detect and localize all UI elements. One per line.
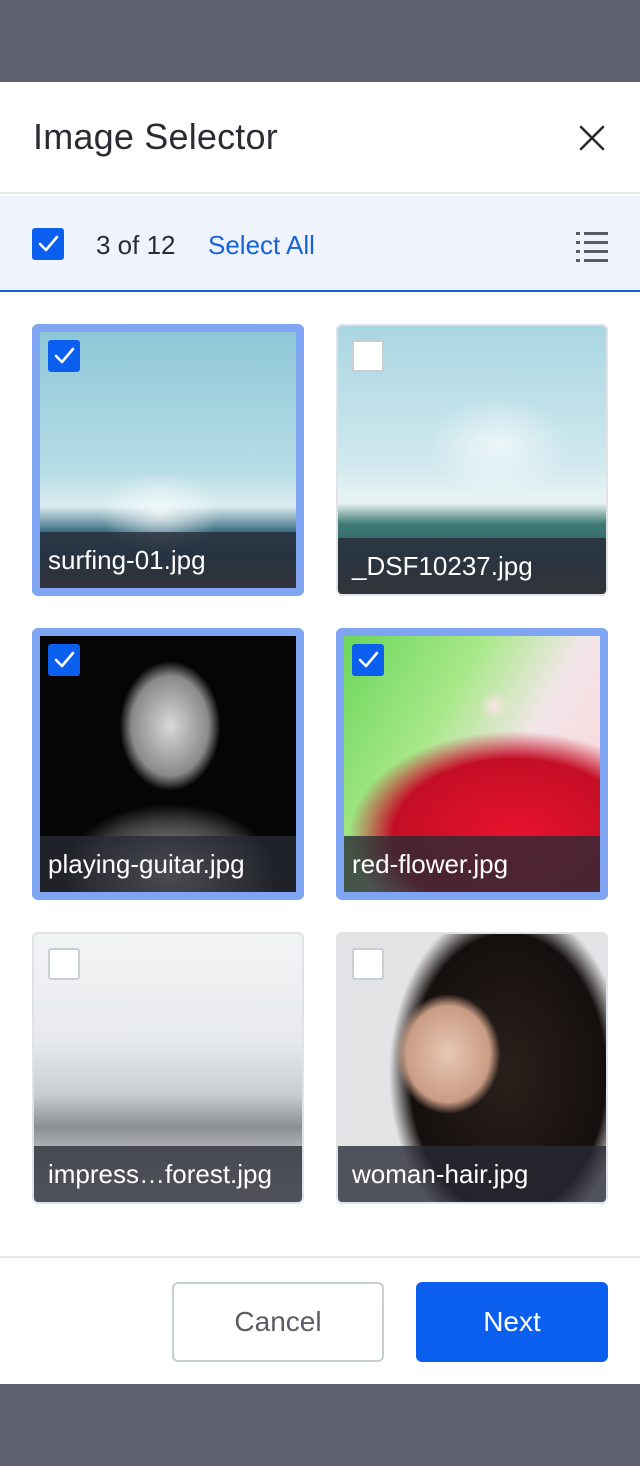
- checkmark-icon: [54, 347, 75, 364]
- image-tile[interactable]: surfing-01.jpg: [32, 324, 304, 596]
- close-button[interactable]: [572, 118, 612, 158]
- dialog-header: Image Selector: [0, 82, 640, 194]
- select-all-link[interactable]: Select All: [208, 230, 315, 261]
- checkmark-icon: [38, 235, 59, 252]
- image-filename: surfing-01.jpg: [40, 532, 296, 588]
- image-tile[interactable]: woman-hair.jpg: [336, 932, 608, 1204]
- image-filename: woman-hair.jpg: [338, 1146, 606, 1202]
- image-filename: _DSF10237.jpg: [338, 538, 606, 594]
- next-button[interactable]: Next: [416, 1282, 608, 1362]
- image-filename: red-flower.jpg: [344, 836, 600, 892]
- list-view-icon: [576, 232, 608, 262]
- image-tile[interactable]: impress…forest.jpg: [32, 932, 304, 1204]
- checkmark-icon: [358, 651, 379, 668]
- close-icon: [579, 125, 605, 151]
- image-checkbox[interactable]: [352, 948, 384, 980]
- list-view-button[interactable]: [572, 226, 612, 266]
- select-all-checkbox[interactable]: [32, 228, 64, 260]
- image-tile[interactable]: _DSF10237.jpg: [336, 324, 608, 596]
- image-checkbox[interactable]: [352, 644, 384, 676]
- selection-count: 3 of 12: [96, 230, 176, 260]
- image-checkbox[interactable]: [352, 340, 384, 372]
- image-checkbox[interactable]: [48, 340, 80, 372]
- image-selector-dialog: Image Selector 3 of 12 Select All surfin…: [0, 82, 640, 1384]
- dialog-footer: Cancel Next: [0, 1256, 640, 1384]
- image-checkbox[interactable]: [48, 644, 80, 676]
- image-filename: playing-guitar.jpg: [40, 836, 296, 892]
- image-tile[interactable]: playing-guitar.jpg: [32, 628, 304, 900]
- selection-toolbar: 3 of 12 Select All: [0, 196, 640, 292]
- dialog-title: Image Selector: [33, 116, 278, 157]
- image-tile[interactable]: red-flower.jpg: [336, 628, 608, 900]
- image-filename: impress…forest.jpg: [34, 1146, 302, 1202]
- image-checkbox[interactable]: [48, 948, 80, 980]
- checkmark-icon: [54, 651, 75, 668]
- cancel-button[interactable]: Cancel: [172, 1282, 384, 1362]
